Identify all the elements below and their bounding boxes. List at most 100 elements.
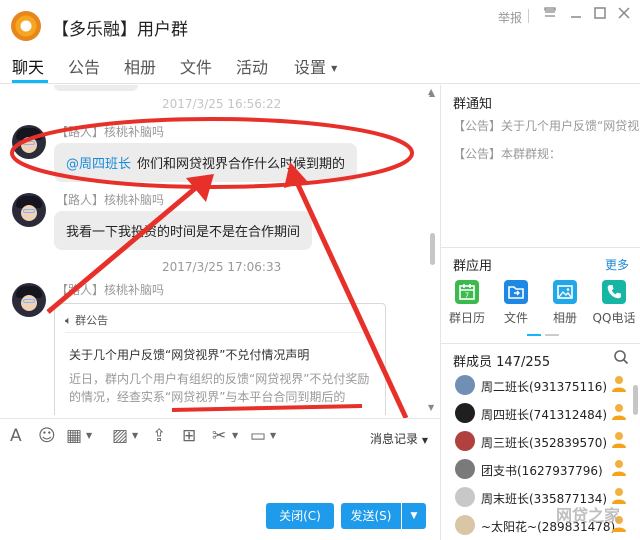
chevron-down-icon[interactable]: ▼ [270, 431, 276, 440]
skin-icon[interactable] [540, 6, 560, 26]
message-sender: 【路人】核桃补脑吗 [56, 193, 165, 207]
message-input[interactable] [0, 452, 440, 502]
title-separator [528, 9, 529, 23]
active-tab-indicator [12, 80, 48, 83]
user-role-icon [611, 403, 627, 421]
tab-files[interactable]: 文件 [180, 54, 212, 78]
member-name: 周四班长(741312484) [481, 408, 608, 422]
member-row[interactable]: 周三班长(352839570) [441, 427, 640, 455]
group-notice-title: 群通知 [453, 97, 493, 112]
screen-share-icon[interactable]: ▭ [250, 427, 266, 445]
message-history-button[interactable]: 消息记录 ▼ [370, 430, 428, 447]
speaker-icon: 🔈︎ [65, 314, 72, 327]
right-panel: 群通知 【公告】关于几个用户反馈“网贷视界”不兑付情况声明 【公告】本群群规： … [440, 85, 640, 540]
user-role-icon [611, 375, 627, 393]
chat-scrollbar[interactable]: ▲ ▼ [428, 85, 440, 415]
member-row[interactable]: 团支书(1627937796) [441, 455, 640, 483]
message-sender: 【路人】核桃补脑吗 [56, 125, 165, 139]
scrollbar-thumb[interactable] [430, 233, 435, 265]
scissors-icon[interactable]: ✂ [212, 427, 226, 445]
user-role-icon [611, 459, 627, 477]
upload-icon[interactable]: ⇪ [152, 427, 166, 445]
member-row[interactable]: 周二班长(931375116) [441, 371, 640, 399]
title-bar: 【多乐融】用户群 举报 [0, 0, 640, 48]
app-calendar[interactable]: 7 群日历 [443, 280, 491, 326]
member-row[interactable]: 周四班长(741312484) [441, 399, 640, 427]
emoji-icon[interactable]: ☺ [38, 427, 56, 445]
chevron-down-icon[interactable]: ▼ [86, 431, 92, 440]
gift-icon[interactable]: ⊞ [182, 427, 196, 445]
member-avatar[interactable] [455, 487, 475, 507]
minimize-icon[interactable] [566, 6, 586, 26]
announcement-body: 近日，群内几个用户有组织的反馈“网贷视界”不兑付奖励的情况，经查实系“网贷视界”… [69, 372, 370, 404]
image-icon[interactable]: ▨ [112, 427, 128, 445]
member-avatar[interactable] [455, 403, 475, 423]
pager-dot[interactable] [545, 334, 559, 336]
chevron-down-icon: ▼ [331, 64, 338, 73]
input-toolbar: A ☺ ▦ ▼ ▨ ▼ ⇪ ⊞ ✂ ▼ ▭ ▼ 消息记录 ▼ [0, 418, 440, 452]
app-album[interactable]: 相册 [541, 280, 589, 326]
font-icon[interactable]: A [10, 427, 22, 445]
tab-chat[interactable]: 聊天 [12, 54, 44, 78]
member-name: 周二班长(931375116) [481, 380, 608, 394]
message-bubble: 我看一下我投资的时间是不是在合作期间 [54, 211, 313, 250]
send-options-button[interactable]: ▼ [402, 503, 426, 529]
avatar[interactable] [12, 283, 46, 317]
app-files[interactable]: 文件 [492, 280, 540, 326]
apps-more-link[interactable]: 更多 [605, 256, 629, 273]
chat-messages[interactable]: 2017/3/25 16:56:22 【路人】核桃补脑吗 @周四班长 你们和网贷视… [0, 85, 440, 415]
app-qq-call[interactable]: QQ电话 [590, 280, 638, 326]
app-label: 文件 [503, 311, 528, 325]
send-button[interactable]: 发送(S) [341, 503, 401, 529]
notice-item[interactable]: 【公告】本群群规： [453, 145, 639, 162]
chevron-down-icon: ▼ [421, 436, 428, 445]
member-avatar[interactable] [455, 375, 475, 395]
mention-link[interactable]: @周四班长 [66, 157, 131, 172]
app-label: 群日历 [448, 311, 485, 325]
scroll-down-icon[interactable]: ▼ [428, 403, 434, 412]
tab-settings[interactable]: 设置 ▼ [294, 54, 337, 78]
chevron-down-icon[interactable]: ▼ [232, 431, 238, 440]
tab-activity[interactable]: 活动 [236, 54, 268, 78]
message-history-label: 消息记录 [370, 432, 419, 446]
phone-icon [602, 280, 626, 304]
scroll-up-icon[interactable]: ▲ [429, 89, 435, 98]
app-label: 相册 [552, 311, 577, 325]
divider [441, 343, 640, 344]
avatar[interactable] [12, 193, 46, 227]
notice-item[interactable]: 【公告】关于几个用户反馈“网贷视界”不兑付情况声明 [453, 117, 639, 134]
message-bubble: @周四班长 你们和网贷视界合作什么时候到期的 [54, 143, 358, 182]
announcement-title: 关于几个用户反馈“网贷视界”不兑付情况声明 [69, 348, 310, 362]
app-label: QQ电话 [592, 311, 636, 325]
member-avatar[interactable] [455, 459, 475, 479]
folder-icon [504, 280, 528, 304]
gif-icon[interactable]: ▦ [66, 427, 82, 445]
tab-announcement[interactable]: 公告 [68, 54, 100, 78]
member-list-scrollbar[interactable] [633, 385, 638, 415]
report-link[interactable]: 举报 [498, 9, 522, 26]
announcement-card[interactable]: 🔈︎ 群公告 关于几个用户反馈“网贷视界”不兑付情况声明 近日，群内几个用户有组… [54, 303, 386, 415]
members-title: 群成员 147/255 [453, 355, 551, 370]
avatar[interactable] [12, 125, 46, 159]
search-icon[interactable] [613, 349, 629, 365]
announcement-card-label: 群公告 [75, 314, 109, 327]
group-apps-title: 群应用 [453, 259, 493, 274]
member-avatar[interactable] [455, 431, 475, 451]
close-icon[interactable] [614, 6, 634, 26]
divider [441, 247, 640, 248]
user-role-icon [611, 431, 627, 449]
timestamp: 2017/3/25 17:06:33 [162, 260, 282, 274]
maximize-icon[interactable] [590, 6, 610, 26]
tab-bar: 聊天 公告 相册 文件 活动 设置 ▼ [0, 48, 640, 84]
message-text: 你们和网贷视界合作什么时候到期的 [137, 157, 346, 172]
calendar-icon: 7 [455, 280, 479, 304]
member-avatar[interactable] [455, 515, 475, 535]
announcement-card-header: 🔈︎ 群公告 [65, 312, 108, 328]
tab-album[interactable]: 相册 [124, 54, 156, 78]
pager-dot[interactable] [527, 334, 541, 336]
member-name: 团支书(1627937796) [481, 464, 603, 478]
chevron-down-icon[interactable]: ▼ [132, 431, 138, 440]
close-button[interactable]: 关闭(C) [266, 503, 334, 529]
timestamp: 2017/3/25 16:56:22 [162, 97, 282, 111]
tab-settings-label: 设置 [294, 58, 327, 77]
